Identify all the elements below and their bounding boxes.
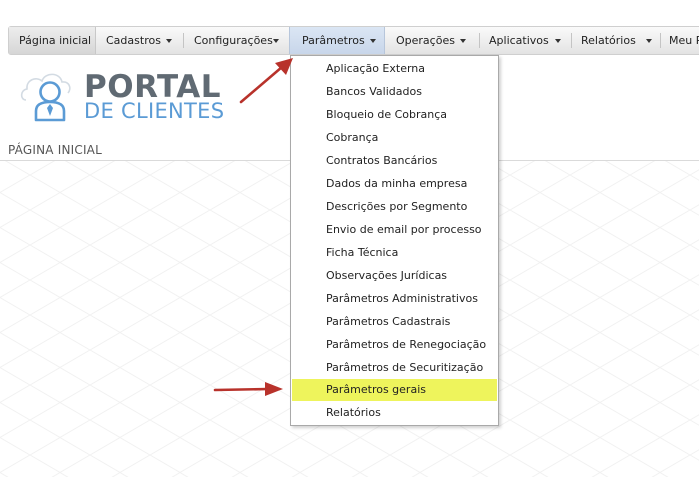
user-icon (20, 73, 71, 122)
menu-item-label: Operações (396, 34, 455, 47)
menu-item-home[interactable]: Página inicial (9, 27, 96, 54)
menu-item-label: Cadastros (106, 34, 161, 47)
parametros-dropdown-menu: Aplicação Externa Bancos Validados Bloqu… (290, 55, 499, 426)
chevron-down-icon (166, 39, 172, 43)
dropdown-item-contratos-bancarios[interactable]: Contratos Bancários (292, 150, 497, 172)
menu-item-cadastros[interactable]: Cadastros (106, 27, 186, 54)
dropdown-item-dados-da-minha-empresa[interactable]: Dados da minha empresa (292, 173, 497, 195)
menu-separator (571, 33, 572, 48)
dropdown-item-parametros-gerais[interactable]: Parâmetros gerais (292, 379, 497, 401)
menu-item-configuracoes[interactable]: Configurações (194, 27, 289, 54)
menu-separator (479, 33, 480, 48)
main-menu-bar: Página inicial Cadastros Configurações P… (8, 26, 699, 55)
dropdown-item-parametros-de-securitizacao[interactable]: Parâmetros de Securitização (292, 357, 497, 379)
dropdown-item-parametros-cadastrais[interactable]: Parâmetros Cadastrais (292, 311, 497, 333)
menu-item-parametros[interactable]: Parâmetros (289, 27, 385, 54)
menu-item-label: Meu P (669, 34, 699, 47)
menu-item-meu-perfil[interactable]: Meu P (669, 27, 699, 54)
menu-item-label: Página inicial (19, 34, 92, 47)
menu-item-operacoes[interactable]: Operações (396, 27, 476, 54)
dropdown-item-envio-de-email[interactable]: Envio de email por processo (292, 219, 497, 241)
dropdown-item-cobranca[interactable]: Cobrança (292, 127, 497, 149)
dropdown-item-parametros-de-renegociacao[interactable]: Parâmetros de Renegociação (292, 334, 497, 356)
annotation-arrow-icon (213, 382, 283, 396)
dropdown-item-ficha-tecnica[interactable]: Ficha Técnica (292, 242, 497, 264)
chevron-down-icon (370, 39, 376, 43)
menu-item-aplicativos[interactable]: Aplicativos (489, 27, 571, 54)
dropdown-item-parametros-administrativos[interactable]: Parâmetros Administrativos (292, 288, 497, 310)
dropdown-item-bloqueio-de-cobranca[interactable]: Bloqueio de Cobrança (292, 104, 497, 126)
menu-item-label: Configurações (194, 34, 273, 47)
chevron-down-icon (646, 39, 652, 43)
dropdown-item-aplicacao-externa[interactable]: Aplicação Externa (292, 58, 497, 80)
page-title: PÁGINA INICIAL (8, 143, 102, 157)
chevron-down-icon (555, 39, 561, 43)
menu-separator (183, 33, 184, 48)
menu-item-label: Relatórios (581, 34, 636, 47)
chevron-down-icon (273, 39, 279, 43)
dropdown-item-bancos-validados[interactable]: Bancos Validados (292, 81, 497, 103)
chevron-down-icon (460, 39, 466, 43)
dropdown-item-observacoes-juridicas[interactable]: Observações Jurídicas (292, 265, 497, 287)
menu-item-label: Aplicativos (489, 34, 549, 47)
menu-item-label: Parâmetros (302, 34, 365, 47)
menu-item-relatorios[interactable]: Relatórios (581, 27, 661, 54)
portal-logo: PORTAL DE CLIENTES (20, 66, 230, 126)
logo-subtitle: DE CLIENTES (84, 99, 225, 123)
annotation-arrow-icon (239, 58, 293, 104)
dropdown-item-relatorios[interactable]: Relatórios (292, 402, 497, 424)
dropdown-item-descricoes-por-segmento[interactable]: Descrições por Segmento (292, 196, 497, 218)
menu-separator (660, 33, 661, 48)
